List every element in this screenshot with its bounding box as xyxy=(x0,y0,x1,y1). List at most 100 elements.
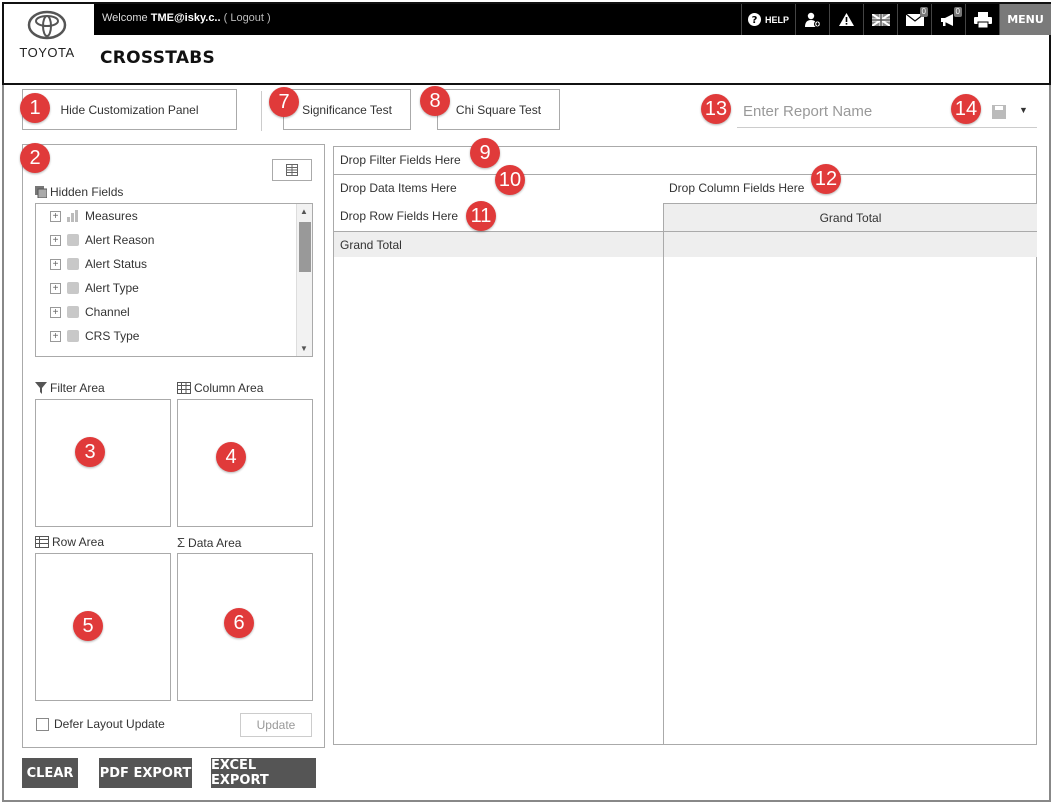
drop-data-zone[interactable]: Drop Data Items Here xyxy=(340,181,457,195)
chi-square-test-button[interactable]: Chi Square Test xyxy=(437,89,560,130)
callout-marker: 6 xyxy=(224,608,254,638)
welcome-text: Welcome TME@isky.c.. ( Logout ) xyxy=(102,12,271,24)
list-item[interactable]: + Channel xyxy=(36,300,312,324)
mail-button[interactable]: 0 xyxy=(897,4,931,35)
data-area-header: Σ Data Area xyxy=(177,535,241,550)
significance-test-button[interactable]: Significance Test xyxy=(283,89,411,130)
defer-layout-update[interactable]: Defer Layout Update xyxy=(36,717,165,731)
uk-flag-icon xyxy=(871,13,890,26)
expand-icon[interactable]: + xyxy=(50,258,61,270)
user-name: TME@isky.c.. xyxy=(150,12,221,24)
expand-icon[interactable]: + xyxy=(50,234,61,246)
print-button[interactable] xyxy=(965,4,999,35)
layout-toggle-button[interactable] xyxy=(272,159,312,181)
table-columns-icon xyxy=(177,382,191,394)
hidden-fields-list[interactable]: + Measures + Alert Reason + Alert Status… xyxy=(35,203,313,357)
add-user-button[interactable] xyxy=(795,4,829,35)
toolbar-icons: ? HELP 0 0 MENU xyxy=(740,4,1051,35)
add-user-icon xyxy=(804,12,821,27)
callout-marker: 11 xyxy=(466,201,496,231)
list-item[interactable]: + Alert Reason xyxy=(36,228,312,252)
report-name-input[interactable] xyxy=(737,96,937,126)
logout-link[interactable]: ( Logout ) xyxy=(224,12,271,24)
customization-panel: Hidden Fields + Measures + Alert Reason … xyxy=(22,144,325,748)
excel-export-button[interactable]: EXCEL EXPORT xyxy=(211,758,316,788)
report-name-field: ▼ xyxy=(737,96,1037,128)
column-area-header: Column Area xyxy=(177,381,263,395)
field-label: Alert Reason xyxy=(85,233,155,247)
callout-marker: 1 xyxy=(20,93,50,123)
row-area-label: Row Area xyxy=(52,535,105,549)
pdf-export-button[interactable]: PDF EXPORT xyxy=(99,758,192,788)
scroll-up-icon[interactable]: ▲ xyxy=(300,207,308,216)
list-item[interactable]: + Measures xyxy=(36,204,312,228)
table-rows-icon xyxy=(35,536,49,548)
row-area-dropzone[interactable] xyxy=(35,553,171,701)
list-scrollbar[interactable]: ▲ ▼ xyxy=(296,204,312,356)
field-label: Channel xyxy=(85,305,130,319)
welcome-prefix: Welcome xyxy=(102,12,148,24)
toyota-emblem-icon xyxy=(27,10,67,40)
printer-icon xyxy=(973,11,992,28)
cube-icon xyxy=(67,330,79,342)
field-label: Alert Type xyxy=(85,281,139,295)
toolbar-separator xyxy=(261,91,262,131)
save-icon[interactable] xyxy=(992,105,1006,119)
field-label: Alert Status xyxy=(85,257,148,271)
defer-label: Defer Layout Update xyxy=(54,717,165,731)
callout-marker: 5 xyxy=(73,611,103,641)
grand-total-column-header: Grand Total xyxy=(663,203,1037,231)
logo-text: TOYOTA xyxy=(19,45,75,60)
drop-filter-zone[interactable]: Drop Filter Fields Here xyxy=(340,153,461,167)
defer-checkbox[interactable] xyxy=(36,717,49,731)
list-item[interactable]: + Alert Type xyxy=(36,276,312,300)
drop-row-zone[interactable]: Drop Row Fields Here xyxy=(340,209,458,223)
help-button[interactable]: ? HELP xyxy=(740,4,795,35)
filter-area-label: Filter Area xyxy=(50,381,105,395)
filter-area-header: Filter Area xyxy=(35,381,105,395)
language-button[interactable] xyxy=(863,4,897,35)
pivot-divider xyxy=(334,174,1036,175)
pivot-vertical-divider xyxy=(663,231,664,745)
save-dropdown-arrow-icon[interactable]: ▼ xyxy=(1019,105,1028,115)
callout-marker: 7 xyxy=(269,87,299,117)
scroll-thumb[interactable] xyxy=(299,222,311,272)
hidden-fields-header: Hidden Fields xyxy=(35,185,123,199)
data-area-label: Data Area xyxy=(188,535,242,550)
callout-marker: 9 xyxy=(470,138,500,168)
top-bar: Welcome TME@isky.c.. ( Logout ) ? HELP 0 xyxy=(94,4,1051,35)
svg-text:?: ? xyxy=(752,15,758,26)
expand-icon[interactable]: + xyxy=(50,282,61,294)
clear-button[interactable]: CLEAR xyxy=(22,758,78,788)
header-frame: TOYOTA Welcome TME@isky.c.. ( Logout ) ?… xyxy=(2,2,1051,85)
filter-area-dropzone[interactable] xyxy=(35,399,171,527)
page-title: CROSSTABS xyxy=(100,48,216,68)
list-item[interactable]: + Alert Status xyxy=(36,252,312,276)
callout-marker: 3 xyxy=(75,437,105,467)
expand-icon[interactable]: + xyxy=(50,306,61,318)
column-area-dropzone[interactable] xyxy=(177,399,313,527)
list-item[interactable]: + CRS Type xyxy=(36,324,312,348)
menu-button[interactable]: MENU xyxy=(999,4,1051,35)
hidden-fields-label: Hidden Fields xyxy=(50,185,124,199)
callout-marker: 2 xyxy=(20,143,50,173)
column-area-label: Column Area xyxy=(194,381,264,395)
field-label: CRS Type xyxy=(85,329,140,343)
expand-icon[interactable]: + xyxy=(50,210,61,222)
bar-chart-icon xyxy=(67,210,79,222)
help-icon: ? xyxy=(747,13,761,26)
update-button[interactable]: Update xyxy=(240,713,312,737)
hide-customization-panel-button[interactable]: Hide Customization Panel xyxy=(22,89,237,130)
notification-button[interactable]: 0 xyxy=(931,4,965,35)
alert-button[interactable] xyxy=(829,4,863,35)
cube-icon xyxy=(67,258,79,270)
mail-count-badge: 0 xyxy=(919,7,928,17)
scroll-down-icon[interactable]: ▼ xyxy=(300,344,308,353)
sigma-icon: Σ xyxy=(177,535,186,550)
notification-count-badge: 0 xyxy=(953,7,962,17)
expand-icon[interactable]: + xyxy=(50,330,61,342)
row-area-header: Row Area xyxy=(35,535,104,549)
callout-marker: 13 xyxy=(701,94,731,124)
drop-column-zone[interactable]: Drop Column Fields Here xyxy=(669,181,804,195)
hidden-fields-icon xyxy=(35,186,47,198)
